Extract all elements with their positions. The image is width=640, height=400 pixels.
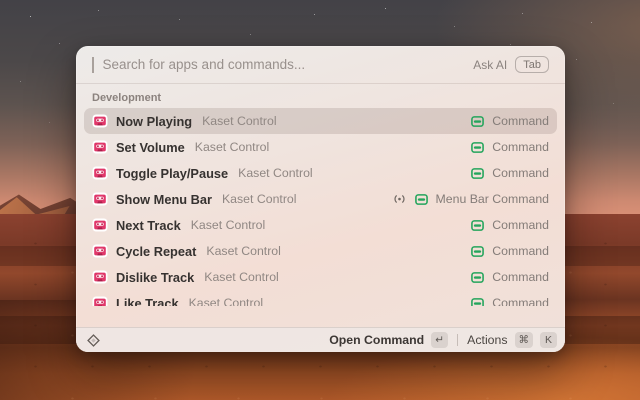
list-item[interactable]: Next Track Kaset Control Command — [84, 212, 557, 238]
footer-divider — [457, 334, 458, 346]
command-title: Dislike Track — [116, 270, 194, 285]
command-title: Toggle Play/Pause — [116, 166, 228, 181]
kaset-app-icon — [92, 139, 108, 155]
command-title: Next Track — [116, 218, 181, 233]
command-type-label: Command — [492, 244, 549, 258]
wallpaper-stars — [2, 4, 3, 5]
command-type-icon — [471, 115, 484, 128]
command-subtitle: Kaset Control — [222, 192, 297, 206]
command-title: Show Menu Bar — [116, 192, 212, 207]
kaset-app-icon — [92, 269, 108, 285]
command-type-icon — [471, 219, 484, 232]
command-type-label: Command — [492, 270, 549, 284]
command-type-label: Menu Bar Command — [436, 192, 549, 206]
list-item[interactable]: Show Menu Bar Kaset Control Menu Bar Com… — [84, 186, 557, 212]
section-header-development: Development — [76, 84, 565, 108]
command-subtitle: Kaset Control — [202, 114, 277, 128]
list-item[interactable]: Cycle Repeat Kaset Control Command — [84, 238, 557, 264]
list-item[interactable]: Like Track Kaset Control Command — [84, 290, 557, 306]
raycast-window: Ask AI Tab Development Now Playing Kaset… — [76, 46, 565, 352]
k-keycap: K — [540, 332, 557, 348]
footer-bar: Open Command ↵ Actions ⌘ K — [76, 327, 565, 352]
search-bar: Ask AI Tab — [76, 46, 565, 84]
command-title: Now Playing — [116, 114, 192, 129]
command-title: Cycle Repeat — [116, 244, 196, 259]
tab-keycap: Tab — [515, 56, 549, 73]
command-subtitle: Kaset Control — [191, 218, 266, 232]
command-type-icon — [471, 245, 484, 258]
command-type-label: Command — [492, 166, 549, 180]
command-type-icon — [471, 167, 484, 180]
open-command-button[interactable]: Open Command — [329, 333, 424, 347]
command-type-label: Command — [492, 140, 549, 154]
list-item[interactable]: Toggle Play/Pause Kaset Control Command — [84, 160, 557, 186]
ask-ai-label[interactable]: Ask AI — [473, 58, 507, 72]
command-title: Set Volume — [116, 140, 185, 155]
text-caret — [92, 57, 94, 73]
command-type-icon — [471, 271, 484, 284]
cmd-keycap: ⌘ — [515, 332, 534, 348]
search-input[interactable] — [103, 57, 466, 72]
command-type-icon — [471, 141, 484, 154]
list-item[interactable]: Now Playing Kaset Control Command — [84, 108, 557, 134]
return-keycap: ↵ — [431, 332, 448, 348]
kaset-app-icon — [92, 191, 108, 207]
command-type-label: Command — [492, 296, 549, 306]
kaset-app-icon — [92, 165, 108, 181]
command-title: Like Track — [116, 296, 179, 307]
command-subtitle: Kaset Control — [238, 166, 313, 180]
command-subtitle: Kaset Control — [206, 244, 281, 258]
kaset-app-icon — [92, 295, 108, 306]
actions-button[interactable]: Actions — [467, 333, 507, 347]
command-type-label: Command — [492, 114, 549, 128]
kaset-app-icon — [92, 243, 108, 259]
list-item[interactable]: Set Volume Kaset Control Command — [84, 134, 557, 160]
command-subtitle: Kaset Control — [189, 296, 264, 306]
command-type-icon — [471, 297, 484, 307]
list-item[interactable]: Dislike Track Kaset Control Command — [84, 264, 557, 290]
command-subtitle: Kaset Control — [204, 270, 279, 284]
command-type-icon — [415, 193, 428, 206]
command-subtitle: Kaset Control — [195, 140, 270, 154]
command-list: Now Playing Kaset Control Command — [76, 108, 565, 306]
raycast-logo-icon[interactable] — [86, 333, 101, 348]
kaset-app-icon — [92, 113, 108, 129]
kaset-app-icon — [92, 217, 108, 233]
command-type-label: Command — [492, 218, 549, 232]
menubar-broadcast-icon — [392, 193, 407, 205]
